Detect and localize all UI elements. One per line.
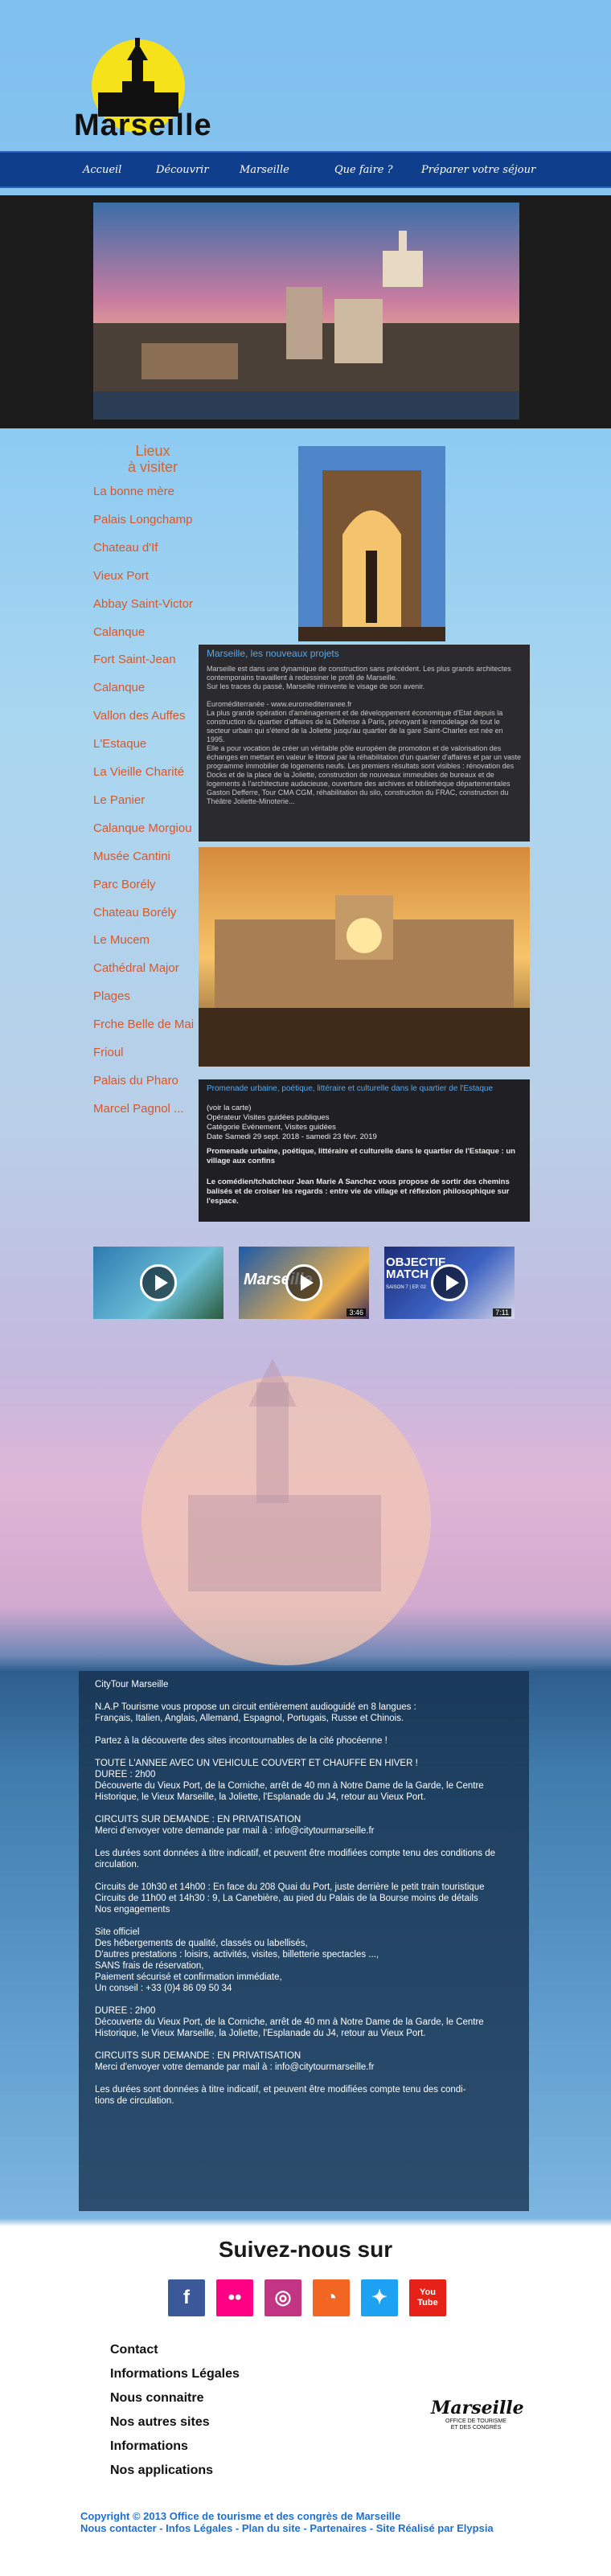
footer-bottom-links[interactable]: Nous contacter - Infos Légales - Plan du… [80, 2522, 563, 2534]
video-duration: 7:11 [493, 1308, 511, 1317]
place-link[interactable]: Cathédral Major [93, 961, 179, 975]
site-title: Marseille [74, 109, 212, 142]
nav-marseille[interactable]: Marseille [240, 164, 289, 176]
event-article: Promenade urbaine, poétique, littéraire … [199, 1079, 530, 1222]
projects-title[interactable]: Marseille, les nouveaux projets [207, 649, 522, 658]
follow-us-title: Suivez-nous sur [218, 2237, 393, 2262]
video-subtitle: SAISON 7 | EP. 02 [386, 1285, 426, 1290]
video-thumbnail-1[interactable] [93, 1247, 223, 1319]
footer-link[interactable]: Informations [110, 2439, 188, 2454]
citytour-paragraph: DUREE : 2h00 Découverte du Vieux Port, d… [95, 2006, 484, 2038]
projects-body: Marseille est dans une dynamique de cons… [207, 665, 522, 805]
rss-icon[interactable]: ◔ [313, 2279, 350, 2316]
place-link[interactable]: Palais du Pharo [93, 1074, 178, 1087]
palais-longchamp-image [199, 847, 530, 1067]
play-icon[interactable] [140, 1264, 177, 1301]
place-link[interactable]: Musée Cantini [93, 850, 170, 863]
citytour-paragraph: TOUTE L'ANNEE AVEC UN VEHICULE COUVERT E… [95, 1759, 484, 1802]
rss-icon-glyph: ◔ [325, 2287, 338, 2308]
nav-accueil[interactable]: Accueil [83, 164, 121, 176]
play-icon[interactable] [285, 1264, 322, 1301]
place-link[interactable]: Plages [93, 989, 130, 1003]
moon-silhouette-decoration [116, 1350, 457, 1672]
place-link[interactable]: Chateau Borély [93, 906, 176, 919]
place-link[interactable]: Vallon des Auffes [93, 709, 186, 723]
twitter-icon[interactable]: ✦ [361, 2279, 398, 2316]
footer-link[interactable]: Informations Légales [110, 2367, 240, 2381]
citytour-paragraph: CIRCUITS SUR DEMANDE : EN PRIVATISATION … [95, 2051, 375, 2072]
video-thumbnail-3[interactable]: OBJECTIF MATCH SAISON 7 | EP. 02 7:11 [384, 1247, 515, 1319]
place-link[interactable]: Parc Borély [93, 878, 156, 891]
play-icon[interactable] [431, 1264, 468, 1301]
footer-link[interactable]: Contact [110, 2343, 158, 2357]
place-link[interactable]: Vieux Port [93, 569, 149, 583]
main-nav: Accueil Découvrir Marseille Que faire ? … [0, 151, 611, 188]
place-link[interactable]: Marcel Pagnol ... [93, 1102, 184, 1116]
citytour-paragraph: Les durées sont données à titre indicati… [95, 2085, 466, 2106]
flickr-icon[interactable]: •• [216, 2279, 253, 2316]
citytour-paragraph: Site officiel Des hébergements de qualit… [95, 1927, 379, 1993]
place-link[interactable]: Calanque [93, 625, 145, 639]
place-link[interactable]: L'Estaque [93, 737, 146, 751]
event-title[interactable]: Promenade urbaine, poétique, littéraire … [207, 1084, 522, 1094]
footer-link[interactable]: Nos applications [110, 2463, 213, 2478]
event-body: Le comédien/tchatcheur Jean Marie A Sanc… [207, 1177, 510, 1206]
place-link[interactable]: Frioul [93, 1046, 124, 1059]
citytour-paragraph: Circuits de 10h30 et 14h00 : En face du … [95, 1882, 485, 1915]
place-link[interactable]: La Vieille Charité [93, 765, 184, 779]
video-duration: 3:46 [347, 1308, 366, 1317]
place-link[interactable]: La bonne mère [93, 485, 174, 498]
citytour-paragraph: Les durées sont données à titre indicati… [95, 1849, 496, 1870]
instagram-icon[interactable]: ◎ [264, 2279, 301, 2316]
twitter-icon-glyph: ✦ [371, 2287, 388, 2308]
footer-logo-subtitle: OFFICE DE TOURISME ET DES CONGRÈS [445, 2418, 506, 2431]
citytour-paragraph: CIRCUITS SUR DEMANDE : EN PRIVATISATION … [95, 1815, 375, 1836]
youtube-icon[interactable]: You Tube [409, 2279, 446, 2316]
place-link[interactable]: Chateau d'If [93, 541, 158, 555]
citytour-paragraph: Partez à la découverte des sites inconto… [95, 1736, 388, 1746]
instagram-icon-glyph: ◎ [274, 2287, 292, 2308]
video-thumbnail-2[interactable]: Marseille 3:46 [239, 1247, 369, 1319]
places-title: Lieux à visiter [127, 443, 178, 475]
place-link[interactable]: Palais Longchamp [93, 513, 192, 526]
youtube-icon-glyph: You Tube [417, 2287, 438, 2308]
event-subtitle: Promenade urbaine, poétique, littéraire … [207, 1147, 515, 1165]
place-link[interactable]: Abbay Saint-Victor [93, 597, 193, 611]
nav-que-faire[interactable]: Que faire ? [334, 164, 393, 176]
flickr-icon-glyph: •• [228, 2287, 242, 2308]
citytour-paragraph: N.A.P Tourisme vous propose un circuit e… [95, 1702, 416, 1723]
copyright-block: Copyright © 2013 Office de tourisme et d… [80, 2510, 563, 2534]
projects-article: Marseille, les nouveaux projets Marseill… [199, 645, 530, 842]
citytour-panel: CityTour Marseille N.A.P Tourisme vous pr… [79, 1671, 529, 2211]
footer-link[interactable]: Nos autres sites [110, 2415, 210, 2430]
place-link[interactable]: Calanque Morgiou [93, 821, 192, 835]
hero-image [93, 203, 519, 420]
facebook-icon-glyph: f [183, 2287, 190, 2308]
site-logo[interactable]: Marseille [74, 36, 211, 149]
nav-preparer-sejour[interactable]: Préparer votre séjour [421, 164, 535, 176]
citytour-title: CityTour Marseille [95, 1680, 169, 1689]
place-link[interactable]: Frche Belle de Mai [93, 1018, 194, 1031]
event-details: (voir la carte) Opérateur Visites guidée… [207, 1104, 377, 1141]
nav-decouvrir[interactable]: Découvrir [156, 164, 209, 176]
place-link[interactable]: Le Panier [93, 793, 145, 807]
place-link[interactable]: Le Mucem [93, 933, 150, 947]
place-link[interactable]: Fort Saint-Jean [93, 653, 176, 666]
monument-arch-image [298, 446, 445, 641]
facebook-icon[interactable]: f [168, 2279, 205, 2316]
tourism-office-logo[interactable]: Marseille OFFICE DE TOURISME ET DES CONG… [431, 2398, 524, 2444]
copyright-text: Copyright © 2013 Office de tourisme et d… [80, 2510, 401, 2522]
footer-link[interactable]: Nous connaitre [110, 2391, 203, 2406]
place-link[interactable]: Calanque [93, 681, 145, 694]
footer-logo-text: Marseille [431, 2398, 524, 2418]
